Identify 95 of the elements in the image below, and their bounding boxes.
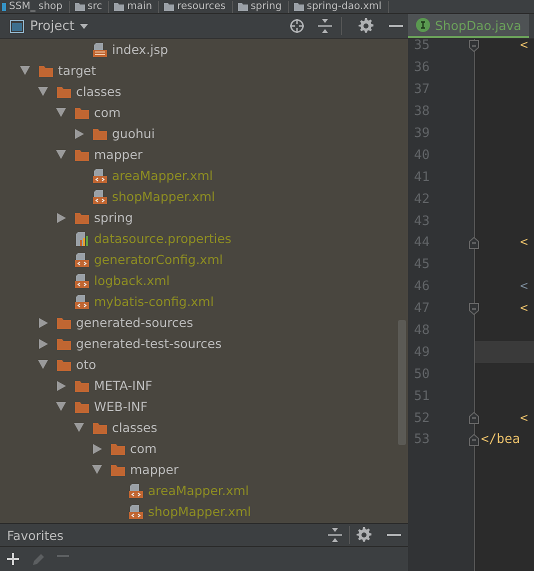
file-name[interactable]: mybatis-config.xml — [94, 294, 214, 309]
xml-file-icon — [75, 294, 89, 308]
expanded-arrow-icon[interactable] — [74, 422, 84, 432]
fold-marker-icon[interactable] — [469, 412, 479, 424]
breadcrumb-item[interactable]: SSM_ shop — [9, 0, 63, 12]
fold-marker-icon[interactable] — [469, 434, 479, 446]
file-name[interactable]: logback.xml — [94, 273, 170, 288]
collapsed-arrow-icon[interactable] — [56, 380, 66, 390]
folder-icon — [57, 316, 71, 328]
settings-icon[interactable] — [358, 18, 374, 34]
folder-icon — [57, 358, 71, 370]
collapsed-arrow-icon[interactable] — [56, 212, 66, 222]
folder-name[interactable]: guohui — [112, 126, 155, 141]
properties-file-icon — [75, 232, 89, 246]
folder-icon — [75, 400, 89, 412]
collapse-all-icon[interactable] — [317, 18, 333, 34]
expanded-arrow-icon[interactable] — [56, 150, 66, 158]
xml-file-icon — [75, 274, 89, 288]
folder-name[interactable]: mapper — [130, 462, 179, 477]
collapsed-arrow-icon[interactable] — [38, 318, 48, 328]
xml-file-icon — [75, 252, 89, 266]
xml-file-icon — [129, 484, 143, 498]
folder-name[interactable]: oto — [76, 357, 96, 372]
file-name[interactable]: shopMapper.xml — [148, 504, 252, 519]
collapsed-arrow-icon[interactable] — [74, 128, 84, 138]
folder-icon — [111, 464, 125, 476]
folder-name[interactable]: generated-test-sources — [76, 336, 222, 351]
folder-name[interactable]: META-INF — [94, 378, 152, 393]
folder-name[interactable]: generated-sources — [76, 315, 194, 330]
breadcrumb-item[interactable]: src — [88, 0, 102, 12]
expanded-arrow-icon[interactable] — [56, 108, 66, 116]
expanded-arrow-icon[interactable] — [20, 66, 30, 74]
folder-icon — [111, 442, 125, 454]
fold-marker-icon[interactable] — [469, 237, 479, 250]
expanded-arrow-icon[interactable] — [92, 464, 102, 474]
expanded-arrow-icon[interactable] — [38, 360, 48, 368]
add-icon[interactable] — [7, 553, 19, 565]
fold-marker-icon[interactable] — [469, 302, 479, 315]
expanded-arrow-icon[interactable] — [56, 402, 66, 410]
collapsed-arrow-icon[interactable] — [38, 338, 48, 348]
folder-icon — [75, 380, 89, 392]
breadcrumb-item[interactable]: resources — [177, 0, 226, 12]
folder-name[interactable]: target — [58, 63, 96, 78]
folder-name[interactable]: spring — [94, 210, 133, 225]
folder-name[interactable]: classes — [76, 84, 122, 99]
folder-icon — [75, 148, 89, 160]
folder-icon — [57, 338, 71, 350]
xml-file-icon — [93, 168, 107, 182]
folder-icon — [39, 64, 53, 76]
folder-icon — [75, 212, 89, 224]
panel-title: Favorites — [7, 528, 64, 542]
file-name[interactable]: generatorConfig.xml — [94, 252, 223, 267]
folder-icon — [164, 2, 174, 11]
xml-file-icon — [129, 504, 143, 518]
collapsed-arrow-icon[interactable] — [92, 444, 102, 454]
folder-icon — [294, 2, 304, 11]
file-name[interactable]: areaMapper.xml — [112, 168, 213, 183]
folder-name[interactable]: mapper — [94, 147, 143, 162]
code-text: < — [519, 301, 528, 316]
breadcrumb-item[interactable]: main — [127, 0, 152, 12]
jsp-file-icon — [93, 42, 107, 56]
breadcrumb-item[interactable]: spring — [250, 0, 282, 12]
fold-marker-icon[interactable] — [469, 40, 479, 52]
window-icon — [10, 20, 24, 32]
folder-name[interactable]: classes — [112, 420, 158, 435]
xml-file-icon — [93, 190, 107, 204]
folder-icon — [74, 2, 85, 11]
breadcrumb-item[interactable]: spring-dao.xml — [306, 0, 382, 12]
code-text: < — [519, 279, 528, 294]
code-text: </bea — [481, 432, 520, 448]
interface-icon — [416, 18, 430, 32]
settings-icon[interactable] — [356, 527, 372, 543]
file-name[interactable]: shopMapper.xml — [112, 189, 216, 204]
code-text: < — [519, 235, 528, 250]
panel-title[interactable]: Project — [30, 18, 74, 34]
folder-icon — [93, 422, 107, 434]
folder-name[interactable]: com — [94, 105, 121, 120]
folder-name[interactable]: com — [130, 441, 157, 456]
module-icon — [2, 2, 6, 10]
collapse-all-icon[interactable] — [327, 527, 343, 543]
folder-icon — [75, 106, 89, 118]
file-name[interactable]: areaMapper.xml — [148, 483, 249, 498]
folder-icon — [93, 128, 107, 140]
folder-icon — [114, 2, 124, 11]
folder-icon — [57, 86, 71, 98]
expanded-arrow-icon[interactable] — [38, 86, 48, 96]
code-text: < — [519, 410, 528, 426]
folder-name[interactable]: WEB-INF — [94, 399, 148, 414]
folder-icon — [238, 2, 248, 11]
file-name[interactable]: index.jsp — [112, 42, 168, 57]
locate-icon[interactable] — [289, 18, 305, 34]
code-text: < — [519, 38, 528, 54]
caret-icon[interactable] — [80, 24, 88, 28]
editor-tab[interactable]: ShopDao.java — [408, 14, 530, 38]
file-name[interactable]: datasource.properties — [94, 231, 232, 246]
